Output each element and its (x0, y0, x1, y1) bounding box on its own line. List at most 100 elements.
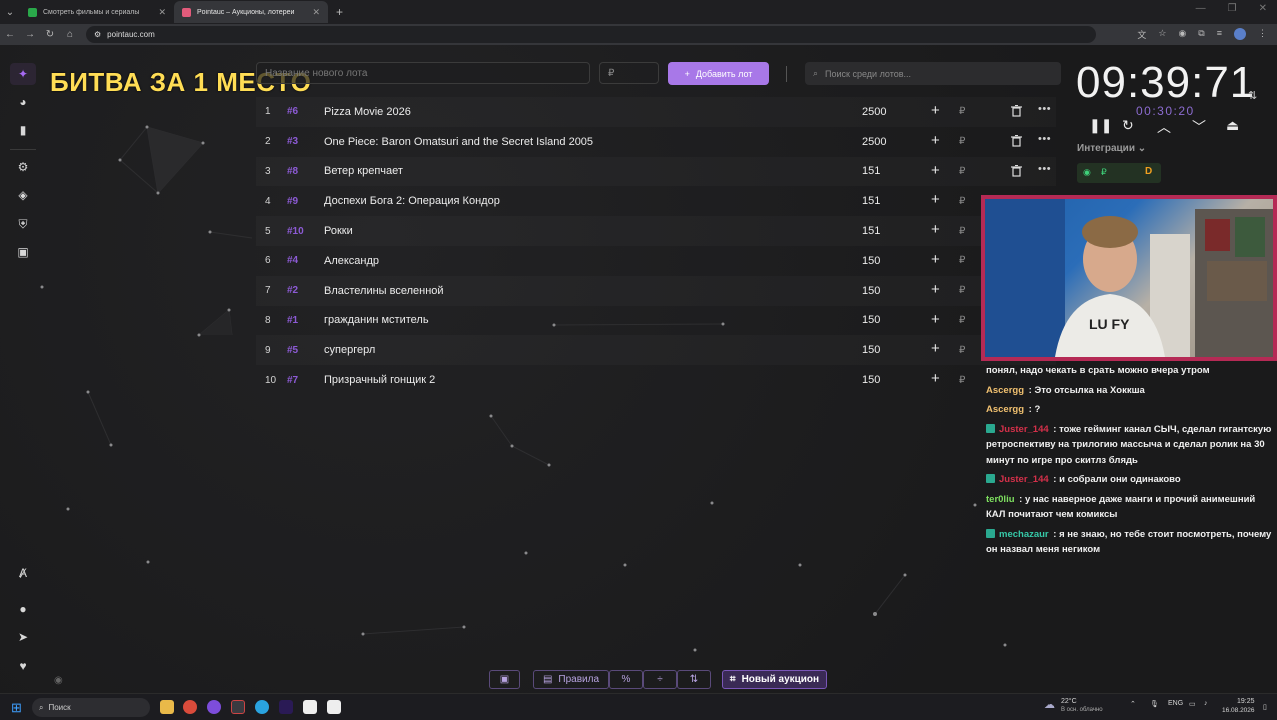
playlist-icon[interactable]: ≡ (1217, 28, 1222, 41)
rules-button[interactable]: ▤ Правила (533, 670, 609, 689)
site-info-icon[interactable]: ⚙ (94, 30, 101, 39)
reduce-time-chevron-down-icon[interactable]: ﹀ (1192, 117, 1206, 137)
more-options-icon[interactable]: ••• (1038, 133, 1051, 145)
telegram-icon[interactable]: ➤ (10, 626, 36, 648)
taskbar-search[interactable]: ⌕ Поиск (32, 698, 150, 717)
add-amount-plus-icon[interactable]: + (931, 221, 940, 238)
add-amount-plus-icon[interactable]: + (931, 340, 940, 357)
translate-icon[interactable]: Ⱥ (10, 562, 36, 584)
swap-timer-icon[interactable]: ⇅ (1248, 89, 1257, 102)
currency-input[interactable]: ₽ (959, 226, 965, 237)
translate-icon[interactable]: 文 (1137, 28, 1146, 41)
network-icon[interactable]: ▭ (1189, 700, 1196, 708)
chrome-icon[interactable] (183, 700, 197, 714)
lot-name[interactable]: Доспехи Бога 2: Операция Кондор (324, 195, 500, 207)
save-button[interactable]: ▣ (489, 670, 520, 689)
tab-movies[interactable]: Смотреть фильмы и сериалы ✕ (20, 1, 174, 23)
tray-chevron-icon[interactable]: ⌃ (1130, 700, 1136, 708)
lot-amount[interactable]: 151 (862, 195, 880, 207)
notification-icon[interactable]: ▯ (1263, 703, 1267, 711)
add-amount-plus-icon[interactable]: + (931, 281, 940, 298)
forward-icon[interactable]: → (20, 29, 40, 40)
premiere-icon[interactable] (279, 700, 293, 714)
extension-icon[interactable]: ◉ (1178, 28, 1186, 41)
lot-amount[interactable]: 150 (862, 344, 880, 356)
lot-amount[interactable]: 151 (862, 225, 880, 237)
wheel-icon[interactable]: ◕ (10, 91, 36, 113)
add-amount-plus-icon[interactable]: + (931, 102, 940, 119)
delete-lot-trash-icon[interactable] (1011, 134, 1022, 150)
shield-icon[interactable]: ⛨ (10, 213, 36, 235)
clock-date[interactable]: 16.08.2026 (1222, 707, 1255, 714)
close-tab-icon[interactable]: ✕ (312, 7, 320, 18)
profile-avatar[interactable] (1234, 28, 1246, 40)
tab-list-icon[interactable]: ⌄ (0, 7, 20, 18)
windows-start-icon[interactable]: ⊞ (11, 700, 22, 716)
add-amount-plus-icon[interactable]: + (931, 132, 940, 149)
add-lot-button[interactable]: + Добавить лот (668, 62, 769, 85)
currency-input[interactable]: ₽ (959, 166, 965, 177)
app2-icon[interactable] (303, 700, 317, 714)
collapse-icon[interactable]: ⏏ (1226, 117, 1239, 134)
app3-icon[interactable] (327, 700, 341, 714)
clock-time[interactable]: 19:25 (1237, 698, 1255, 705)
integrations-dropdown[interactable]: Интеграции ⌄ (1077, 143, 1146, 154)
close-window-icon[interactable]: ✕ (1259, 3, 1267, 14)
delete-lot-trash-icon[interactable] (1011, 105, 1022, 120)
sort-button[interactable]: ⇅ (677, 670, 711, 689)
add-amount-plus-icon[interactable]: + (931, 251, 940, 268)
file-explorer-icon[interactable] (160, 700, 174, 714)
new-lot-price-input[interactable]: ₽ (599, 62, 659, 84)
lot-name[interactable]: Властелины вселенной (324, 285, 444, 297)
currency-input[interactable]: ₽ (959, 375, 965, 386)
currency-input[interactable]: ₽ (959, 196, 965, 207)
weather-icon[interactable]: ☁ (1044, 698, 1055, 711)
new-lot-name-input[interactable]: Название нового лота (256, 62, 590, 84)
currency-input[interactable]: ₽ (959, 255, 965, 266)
restore-icon[interactable]: ❐ (1228, 3, 1237, 14)
lot-name[interactable]: супергерл (324, 344, 375, 356)
visibility-eye-icon[interactable]: ◉ (54, 675, 63, 686)
lot-search-input[interactable]: ⌕ Поиск среди лотов... (805, 62, 1061, 85)
add-amount-plus-icon[interactable]: + (931, 162, 940, 179)
lot-name[interactable]: Александр (324, 255, 379, 267)
pointauc-logo-icon[interactable]: ✦ (10, 63, 36, 85)
back-icon[interactable]: ← (0, 29, 20, 40)
lot-amount[interactable]: 2500 (862, 106, 886, 118)
lot-amount[interactable]: 150 (862, 255, 880, 267)
obs-icon[interactable] (231, 700, 245, 714)
add-amount-plus-icon[interactable]: + (931, 370, 940, 387)
language-indicator[interactable]: ENG (1168, 700, 1183, 707)
lot-amount[interactable]: 150 (862, 374, 880, 386)
delete-lot-trash-icon[interactable] (1011, 164, 1022, 180)
lot-name[interactable]: гражданин мститель (324, 314, 429, 326)
stats-icon[interactable]: ▮ (10, 119, 36, 141)
extensions-puzzle-icon[interactable]: ⧉ (1198, 28, 1204, 41)
more-options-icon[interactable]: ••• (1038, 103, 1051, 115)
app-icon[interactable] (207, 700, 221, 714)
donate-icon[interactable]: ♥ (10, 655, 36, 677)
integrations-status[interactable]: ◉ ₽ D (1077, 163, 1161, 183)
pause-icon[interactable]: ❚❚ (1089, 117, 1112, 134)
reload-icon[interactable]: ↻ (40, 29, 60, 40)
lot-name[interactable]: Ветер крепчает (324, 165, 403, 177)
lot-amount[interactable]: 151 (862, 165, 880, 177)
telegram-app-icon[interactable] (255, 700, 269, 714)
bookmark-star-icon[interactable]: ☆ (1158, 28, 1166, 41)
lot-name[interactable]: Призрачный гонщик 2 (324, 374, 435, 386)
lot-name[interactable]: Pizza Movie 2026 (324, 106, 411, 118)
minimize-icon[interactable]: — (1196, 3, 1206, 14)
volume-icon[interactable]: ♪ (1204, 700, 1208, 707)
menu-dots-icon[interactable]: ⋮ (1258, 28, 1267, 41)
add-amount-plus-icon[interactable]: + (931, 311, 940, 328)
lot-amount[interactable]: 150 (862, 285, 880, 297)
home-icon[interactable]: ⌂ (60, 29, 80, 40)
currency-input[interactable]: ₽ (959, 285, 965, 296)
add-time-chevron-up-icon[interactable]: ︿ (1157, 117, 1171, 137)
close-tab-icon[interactable]: ✕ (158, 7, 166, 18)
lot-amount[interactable]: 150 (862, 314, 880, 326)
percent-button[interactable]: % (609, 670, 643, 689)
tab-pointauc[interactable]: Pointauc – Аукционы, лотереи ✕ (174, 1, 328, 23)
new-tab-icon[interactable]: + (336, 5, 343, 19)
currency-input[interactable]: ₽ (959, 345, 965, 356)
